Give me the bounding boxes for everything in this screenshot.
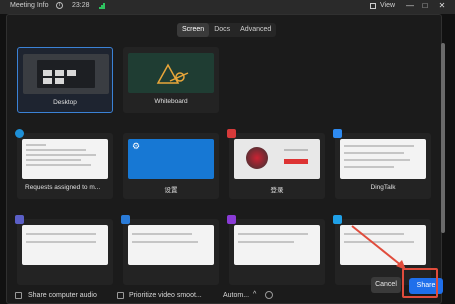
automation-dropdown[interactable]: Autom...	[223, 292, 249, 299]
requests-preview	[22, 139, 108, 179]
signal-icon	[99, 3, 105, 9]
tile-label: DingTalk	[370, 184, 396, 191]
maximize-icon[interactable]: □	[420, 1, 430, 11]
whiteboard-icon	[156, 63, 189, 84]
info-icon[interactable]: i	[56, 2, 63, 9]
scrollbar[interactable]	[441, 43, 445, 265]
share-audio-checkbox[interactable]	[15, 292, 22, 299]
dingtalk-preview	[340, 139, 426, 179]
tile-settings[interactable]: ⚙ 设置	[123, 133, 219, 199]
whiteboard-preview	[128, 53, 214, 93]
close-icon[interactable]: ✕	[437, 1, 447, 11]
dingtalk-icon	[333, 129, 342, 138]
gear-icon: ⚙	[132, 141, 141, 151]
prioritize-video-checkbox[interactable]	[117, 292, 124, 299]
annotation-box	[402, 268, 438, 298]
window-preview	[234, 225, 320, 265]
app-icon	[227, 215, 236, 224]
tile-label: Whiteboard	[154, 98, 188, 105]
window-preview	[128, 225, 214, 265]
tile-dingtalk[interactable]: DingTalk	[333, 129, 431, 199]
share-audio-label[interactable]: Share computer audio	[28, 292, 97, 299]
login-preview	[234, 139, 320, 179]
tile-window-8[interactable]	[121, 215, 219, 285]
share-tabs: Screen Docs Advanced	[177, 23, 277, 37]
tile-label: Requests assigned to m...	[25, 184, 101, 191]
tile-window-7[interactable]	[15, 215, 113, 285]
prioritize-video-label[interactable]: Prioritize video smoot...	[129, 292, 202, 299]
view-icon[interactable]	[370, 3, 376, 9]
tab-docs[interactable]: Docs	[209, 23, 235, 37]
scrollbar-thumb[interactable]	[441, 43, 445, 233]
annotation-arrow	[351, 225, 406, 270]
app-icon	[227, 129, 236, 138]
app-icon	[333, 215, 342, 224]
teams-icon	[15, 215, 24, 224]
chevron-up-icon[interactable]: ^	[253, 291, 256, 298]
tab-advanced[interactable]: Advanced	[235, 23, 276, 37]
desktop-preview	[23, 54, 109, 94]
view-button[interactable]: View	[380, 2, 395, 9]
settings-preview: ⚙	[128, 139, 214, 179]
meeting-time: 23:28	[72, 2, 90, 9]
title-bar: Meeting Info i 23:28 View — □ ✕	[0, 0, 455, 14]
tile-requests-window[interactable]: Requests assigned to m...	[15, 129, 113, 199]
tile-label: Desktop	[53, 99, 77, 106]
mail-icon	[121, 215, 130, 224]
minimize-icon[interactable]: —	[405, 1, 415, 11]
tile-login[interactable]: 登录	[227, 129, 325, 199]
tile-window-9[interactable]	[227, 215, 325, 285]
cancel-button[interactable]: Cancel	[371, 277, 401, 293]
window-preview	[22, 225, 108, 265]
tile-whiteboard[interactable]: Whiteboard	[123, 47, 219, 113]
edge-icon	[15, 129, 24, 138]
meeting-info-title[interactable]: Meeting Info	[10, 2, 49, 9]
tab-screen[interactable]: Screen	[177, 23, 210, 37]
tile-desktop[interactable]: Desktop	[17, 47, 113, 113]
help-icon[interactable]	[265, 291, 273, 299]
tile-label: 登录	[270, 187, 284, 194]
tile-label: 设置	[164, 187, 178, 194]
